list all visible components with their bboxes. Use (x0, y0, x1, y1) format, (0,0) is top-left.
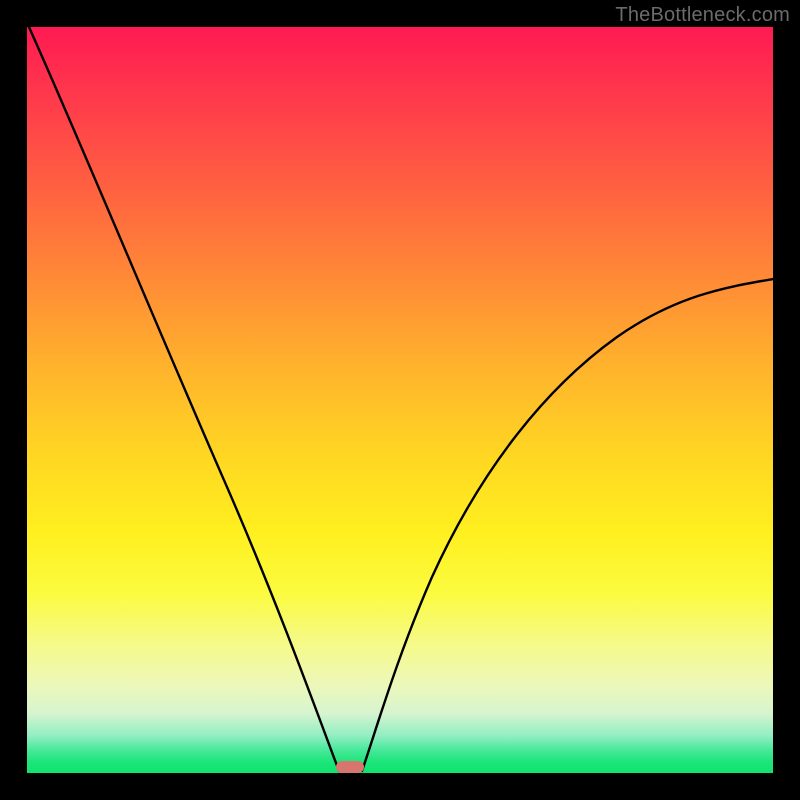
curve-layer (27, 27, 773, 773)
watermark-text: TheBottleneck.com (615, 4, 790, 27)
bottleneck-marker (336, 761, 364, 773)
plot-area (27, 27, 773, 773)
chart-container: TheBottleneck.com (0, 0, 800, 800)
left-curve (29, 27, 339, 771)
right-curve (362, 279, 773, 771)
